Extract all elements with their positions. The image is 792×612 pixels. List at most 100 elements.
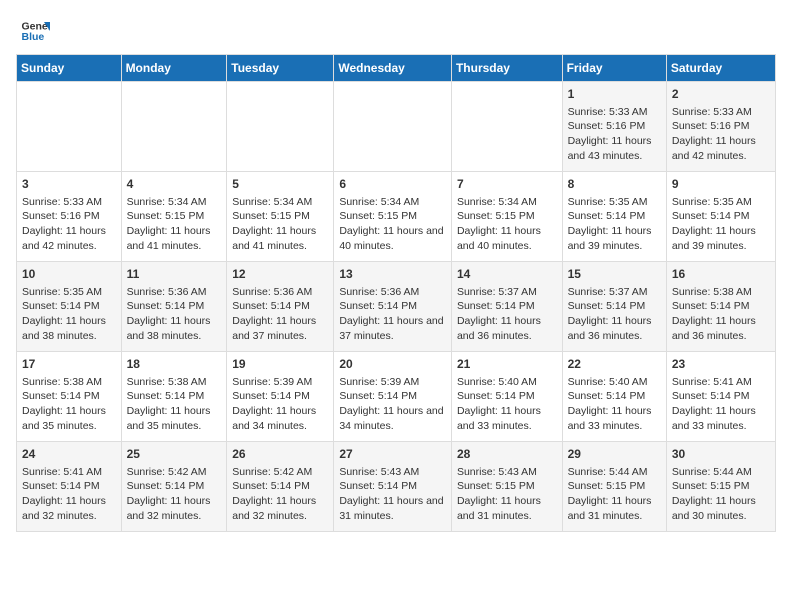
day-info: Daylight: 11 hours and 36 minutes. xyxy=(568,314,661,343)
day-info: Sunrise: 5:34 AM xyxy=(232,195,328,210)
day-number: 2 xyxy=(672,86,770,103)
calendar-cell: 21Sunrise: 5:40 AMSunset: 5:14 PMDayligh… xyxy=(451,352,562,442)
calendar-cell: 13Sunrise: 5:36 AMSunset: 5:14 PMDayligh… xyxy=(334,262,452,352)
day-info: Sunset: 5:14 PM xyxy=(339,299,446,314)
day-info: Daylight: 11 hours and 32 minutes. xyxy=(22,494,116,523)
day-number: 13 xyxy=(339,266,446,283)
day-number: 30 xyxy=(672,446,770,463)
calendar-cell: 10Sunrise: 5:35 AMSunset: 5:14 PMDayligh… xyxy=(17,262,122,352)
day-info: Sunset: 5:14 PM xyxy=(339,389,446,404)
day-info: Daylight: 11 hours and 35 minutes. xyxy=(22,404,116,433)
day-info: Sunset: 5:14 PM xyxy=(568,209,661,224)
day-number: 26 xyxy=(232,446,328,463)
day-info: Sunrise: 5:35 AM xyxy=(22,285,116,300)
day-info: Daylight: 11 hours and 37 minutes. xyxy=(232,314,328,343)
day-info: Sunset: 5:14 PM xyxy=(568,389,661,404)
day-number: 6 xyxy=(339,176,446,193)
day-info: Sunset: 5:14 PM xyxy=(568,299,661,314)
calendar-cell: 23Sunrise: 5:41 AMSunset: 5:14 PMDayligh… xyxy=(666,352,775,442)
day-number: 22 xyxy=(568,356,661,373)
day-info: Sunrise: 5:40 AM xyxy=(457,375,557,390)
calendar-week-2: 3Sunrise: 5:33 AMSunset: 5:16 PMDaylight… xyxy=(17,172,776,262)
day-info: Sunset: 5:15 PM xyxy=(672,479,770,494)
day-header-tuesday: Tuesday xyxy=(227,55,334,82)
day-info: Sunrise: 5:37 AM xyxy=(568,285,661,300)
day-info: Sunrise: 5:44 AM xyxy=(568,465,661,480)
day-info: Sunrise: 5:34 AM xyxy=(339,195,446,210)
day-header-thursday: Thursday xyxy=(451,55,562,82)
day-info: Sunset: 5:14 PM xyxy=(457,299,557,314)
day-number: 16 xyxy=(672,266,770,283)
day-number: 1 xyxy=(568,86,661,103)
day-info: Sunset: 5:14 PM xyxy=(232,389,328,404)
calendar-cell: 6Sunrise: 5:34 AMSunset: 5:15 PMDaylight… xyxy=(334,172,452,262)
day-info: Sunrise: 5:35 AM xyxy=(568,195,661,210)
calendar-cell: 2Sunrise: 5:33 AMSunset: 5:16 PMDaylight… xyxy=(666,82,775,172)
day-info: Sunset: 5:16 PM xyxy=(22,209,116,224)
day-info: Sunset: 5:15 PM xyxy=(568,479,661,494)
day-info: Daylight: 11 hours and 41 minutes. xyxy=(232,224,328,253)
logo: General Blue xyxy=(16,16,54,46)
day-info: Sunset: 5:14 PM xyxy=(127,479,222,494)
day-info: Daylight: 11 hours and 38 minutes. xyxy=(22,314,116,343)
day-info: Sunrise: 5:39 AM xyxy=(232,375,328,390)
day-info: Daylight: 11 hours and 33 minutes. xyxy=(457,404,557,433)
day-info: Daylight: 11 hours and 30 minutes. xyxy=(672,494,770,523)
day-info: Daylight: 11 hours and 36 minutes. xyxy=(457,314,557,343)
calendar-week-4: 17Sunrise: 5:38 AMSunset: 5:14 PMDayligh… xyxy=(17,352,776,442)
day-info: Sunset: 5:14 PM xyxy=(22,389,116,404)
day-info: Sunset: 5:14 PM xyxy=(127,389,222,404)
day-info: Sunrise: 5:44 AM xyxy=(672,465,770,480)
day-info: Daylight: 11 hours and 41 minutes. xyxy=(127,224,222,253)
day-info: Sunset: 5:15 PM xyxy=(457,209,557,224)
calendar-cell: 9Sunrise: 5:35 AMSunset: 5:14 PMDaylight… xyxy=(666,172,775,262)
day-info: Sunset: 5:15 PM xyxy=(457,479,557,494)
calendar-cell: 22 Sunrise: 5:40 AMSunset: 5:14 PMDayligh… xyxy=(562,352,666,442)
day-info: Sunset: 5:14 PM xyxy=(672,389,770,404)
calendar-cell: 27Sunrise: 5:43 AMSunset: 5:14 PMDayligh… xyxy=(334,442,452,532)
day-number: 29 xyxy=(568,446,661,463)
day-info: Daylight: 11 hours and 31 minutes. xyxy=(339,494,446,523)
day-header-wednesday: Wednesday xyxy=(334,55,452,82)
calendar-cell: 25Sunrise: 5:42 AMSunset: 5:14 PMDayligh… xyxy=(121,442,227,532)
day-number: 3 xyxy=(22,176,116,193)
calendar-header: SundayMondayTuesdayWednesdayThursdayFrid… xyxy=(17,55,776,82)
day-number: 18 xyxy=(127,356,222,373)
calendar-week-5: 24Sunrise: 5:41 AMSunset: 5:14 PMDayligh… xyxy=(17,442,776,532)
day-header-monday: Monday xyxy=(121,55,227,82)
day-info: Sunrise: 5:41 AM xyxy=(672,375,770,390)
day-info: Daylight: 11 hours and 39 minutes. xyxy=(672,224,770,253)
calendar-cell xyxy=(227,82,334,172)
day-number: 10 xyxy=(22,266,116,283)
calendar-cell xyxy=(451,82,562,172)
day-info: Daylight: 11 hours and 33 minutes. xyxy=(568,404,661,433)
day-info: Sunset: 5:14 PM xyxy=(672,299,770,314)
day-number: 17 xyxy=(22,356,116,373)
day-info: Sunset: 5:14 PM xyxy=(457,389,557,404)
day-info: Sunrise: 5:42 AM xyxy=(127,465,222,480)
day-number: 4 xyxy=(127,176,222,193)
day-header-saturday: Saturday xyxy=(666,55,775,82)
day-header-friday: Friday xyxy=(562,55,666,82)
day-info: Sunrise: 5:38 AM xyxy=(672,285,770,300)
day-info: Sunset: 5:16 PM xyxy=(568,119,661,134)
calendar-cell: 8 Sunrise: 5:35 AMSunset: 5:14 PMDaylight… xyxy=(562,172,666,262)
day-number: 28 xyxy=(457,446,557,463)
day-info: Sunrise: 5:36 AM xyxy=(127,285,222,300)
day-info: Sunset: 5:15 PM xyxy=(339,209,446,224)
day-info: Daylight: 11 hours and 42 minutes. xyxy=(672,134,770,163)
calendar-cell: 30 Sunrise: 5:44 AMSunset: 5:15 PMDayligh… xyxy=(666,442,775,532)
day-info: Daylight: 11 hours and 39 minutes. xyxy=(568,224,661,253)
day-info: Sunrise: 5:43 AM xyxy=(457,465,557,480)
day-info: Daylight: 11 hours and 42 minutes. xyxy=(22,224,116,253)
day-info: Sunset: 5:15 PM xyxy=(232,209,328,224)
day-number: 7 xyxy=(457,176,557,193)
calendar-cell: 14Sunrise: 5:37 AMSunset: 5:14 PMDayligh… xyxy=(451,262,562,352)
day-info: Sunrise: 5:36 AM xyxy=(232,285,328,300)
calendar-cell: 18Sunrise: 5:38 AMSunset: 5:14 PMDayligh… xyxy=(121,352,227,442)
day-info: Sunrise: 5:40 AM xyxy=(568,375,661,390)
day-info: Sunrise: 5:36 AM xyxy=(339,285,446,300)
day-number: 8 xyxy=(568,176,661,193)
day-number: 19 xyxy=(232,356,328,373)
day-number: 11 xyxy=(127,266,222,283)
